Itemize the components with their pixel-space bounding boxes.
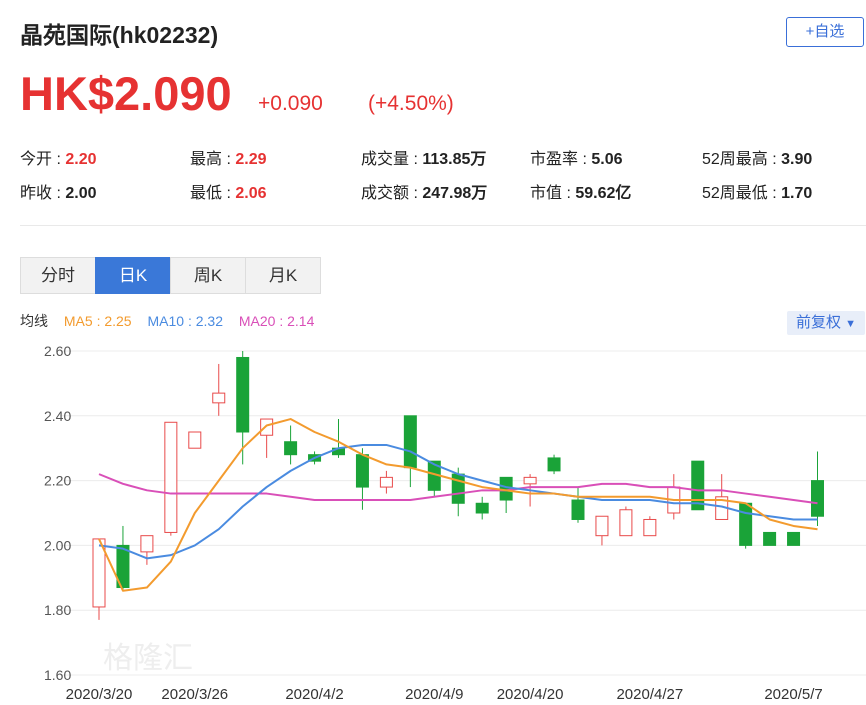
x-tick-label: 2020/5/7	[764, 686, 822, 703]
candle-body	[188, 431, 202, 449]
candle-body	[787, 531, 801, 546]
candle-body	[595, 515, 609, 537]
candle-body	[236, 356, 250, 433]
x-tick-label: 2020/4/20	[497, 686, 564, 703]
candle-body	[763, 531, 777, 546]
candle-body	[355, 454, 369, 488]
candle-body	[212, 392, 226, 404]
y-tick-label: 2.20	[44, 473, 71, 489]
candle-body	[403, 415, 417, 469]
candle-body	[643, 518, 657, 537]
x-tick-label: 2020/4/9	[405, 686, 463, 703]
y-tick-label: 1.60	[44, 667, 71, 683]
candle-body	[547, 457, 561, 472]
x-tick-label: 2020/4/2	[285, 686, 343, 703]
candle-body	[739, 502, 753, 546]
candle-body	[164, 421, 178, 533]
candle-body	[523, 476, 537, 485]
y-tick-label: 1.80	[44, 602, 71, 618]
candle-body	[571, 499, 585, 520]
candle-body	[475, 502, 489, 514]
candle-body	[379, 476, 393, 488]
x-tick-label: 2020/4/27	[616, 686, 683, 703]
y-tick-label: 2.40	[44, 408, 71, 424]
candle-body	[140, 535, 154, 553]
x-tick-label: 2020/3/26	[161, 686, 228, 703]
x-tick-label: 2020/3/20	[66, 686, 133, 703]
watermark-logo: 格隆汇	[103, 641, 193, 676]
y-tick-label: 2.60	[44, 343, 71, 359]
candle-body	[260, 418, 274, 436]
candle-body	[619, 509, 633, 537]
y-tick-label: 2.00	[44, 537, 71, 553]
candle-body	[499, 476, 513, 501]
candle-body	[811, 480, 824, 517]
candlestick-chart: 2.60 2.40 2.20 2.00 1.80 1.60 格隆汇 2020/3/20 2020…	[44, 343, 866, 703]
candle-body	[284, 441, 298, 456]
